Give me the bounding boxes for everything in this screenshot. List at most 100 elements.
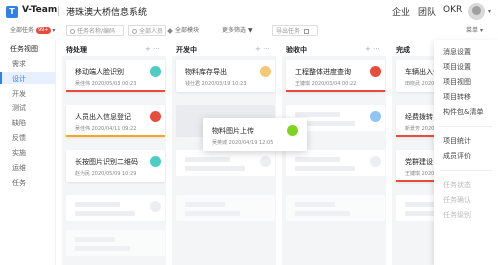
- task-card[interactable]: 移动端人脸识别 吴佳伟 2020/05/03 00:23: [66, 60, 165, 92]
- menu-item-task-level[interactable]: 任务级别: [443, 210, 471, 220]
- priority-bar: [66, 90, 165, 92]
- user-avatar[interactable]: [468, 3, 485, 20]
- placeholder-bar: [295, 202, 335, 207]
- export-tasks-button[interactable]: 导出任务: [272, 25, 318, 36]
- filter-icon: ▼: [247, 27, 253, 34]
- project-title: 港珠澳大桥信息系统: [66, 8, 148, 18]
- placeholder-avatar: [370, 156, 381, 167]
- menu-divider: [440, 170, 492, 171]
- column-ctrls-acceptance[interactable]: + ···: [365, 45, 380, 53]
- task-title: 党群建设: [405, 158, 433, 166]
- chevron-down-icon: ▾: [52, 27, 56, 34]
- placeholder-card: [66, 230, 165, 256]
- assignee-avatar: [150, 111, 161, 122]
- column-ctrls-developing[interactable]: + ···: [255, 45, 270, 53]
- task-card[interactable]: 工程整体进度查询 王婕琪 2020/03/04 00:22: [286, 60, 385, 92]
- task-meta: 钱仕君 2020/03/19 10:23: [185, 81, 247, 87]
- placeholder-card: [286, 150, 385, 176]
- nav-enterprise[interactable]: 企业: [392, 5, 410, 18]
- assignee-avatar: [370, 66, 381, 77]
- task-search-input[interactable]: 任务名称/编码: [66, 25, 124, 36]
- placeholder-avatar: [260, 156, 271, 167]
- menu-item-project-stats[interactable]: 项目统计: [443, 136, 471, 146]
- column-title-done: 完成: [396, 46, 410, 54]
- sidebar-item-design[interactable]: 设计: [12, 74, 26, 84]
- filter-toolbar: 全部任务 99+ ▾ 任务名称/编码 全部人员 全部模块 更多筛选 ▼ 导出任务…: [0, 24, 498, 38]
- sidebar-item-task[interactable]: 任务: [12, 178, 26, 188]
- task-meta: 新景芳 2020/: [405, 126, 436, 132]
- sidebar-title: 任务视图: [10, 45, 38, 53]
- placeholder-bar: [75, 237, 115, 242]
- nav-team[interactable]: 团队: [418, 5, 436, 18]
- assignee-avatar: [150, 66, 161, 77]
- chevron-down-icon[interactable]: ▾: [488, 8, 491, 15]
- task-meta: 吴英城 2020/04/19 12:05: [212, 140, 274, 146]
- menu-item-project-settings[interactable]: 项目设置: [443, 62, 471, 72]
- menu-item-message-settings[interactable]: 消息设置: [443, 47, 471, 57]
- placeholder-bar: [405, 202, 435, 207]
- placeholder-bar: [295, 211, 350, 216]
- task-meta: 赵为民 2020/05/09 10:29: [75, 171, 137, 177]
- sidebar-item-defect[interactable]: 缺陷: [12, 118, 26, 128]
- search-icon: [70, 29, 75, 34]
- sidebar-item-requirement[interactable]: 需求: [12, 59, 26, 69]
- priority-bar: [286, 90, 385, 92]
- placeholder-card: [66, 195, 165, 221]
- task-meta: 吴佳伟 2020/05/03 00:23: [75, 81, 137, 87]
- sidebar-item-feedback[interactable]: 反馈: [12, 133, 26, 143]
- all-tasks-label: 全部任务: [10, 27, 35, 34]
- sidebar-active-highlight: [0, 72, 56, 84]
- sidebar-item-test[interactable]: 测试: [12, 103, 26, 113]
- export-icon: [303, 29, 309, 34]
- task-title: 物料图片上传: [212, 127, 254, 135]
- project-menu-dropdown: 消息设置 项目设置 项目视图 项目转移 构件包&清单 项目统计 成员评价 任务状…: [434, 40, 498, 265]
- column-ctrls-pending[interactable]: + ···: [145, 45, 160, 53]
- menu-item-task-confirm[interactable]: 任务确认: [443, 195, 471, 205]
- column-title-pending: 待处理: [66, 46, 87, 54]
- menu-item-project-view[interactable]: 项目视图: [443, 77, 471, 87]
- task-meta: 吴佳伟 2020/04/11 09:22: [75, 126, 137, 132]
- placeholder-bar: [295, 112, 340, 117]
- placeholder-bar: [295, 166, 355, 171]
- menu-toggle[interactable]: 菜单 ▾: [466, 25, 483, 36]
- placeholder-card: [176, 195, 275, 221]
- task-card[interactable]: 长按图片识别二维码 赵为民 2020/05/09 10:29: [66, 150, 165, 182]
- placeholder-bar: [295, 157, 340, 162]
- menu-item-member-review[interactable]: 成员评价: [443, 151, 471, 161]
- menu-item-component-list[interactable]: 构件包&清单: [443, 107, 483, 117]
- priority-bar: [66, 135, 165, 137]
- column-title-acceptance: 验收中: [286, 46, 307, 54]
- assignee-avatar: [150, 156, 161, 167]
- placeholder-bar: [185, 202, 225, 207]
- more-filters-button[interactable]: 更多筛选 ▼: [222, 25, 253, 36]
- placeholder-avatar: [370, 111, 381, 122]
- task-count-badge: 99+: [35, 27, 51, 34]
- placeholder-bar: [185, 166, 245, 171]
- app-header: T V-Team 港珠澳大桥信息系统 企业 团队 OKR ▾: [0, 0, 498, 22]
- sidebar-item-implement[interactable]: 实施: [12, 148, 26, 158]
- placeholder-bar: [75, 211, 135, 216]
- tag-icon: [167, 27, 173, 34]
- nav-okr[interactable]: OKR: [443, 5, 462, 15]
- sidebar-item-develop[interactable]: 开发: [12, 89, 26, 99]
- module-filter[interactable]: 全部模块: [167, 25, 199, 36]
- task-meta: 王婕琪 2020/03/04 00:22: [295, 81, 357, 87]
- member-filter[interactable]: 全部人员: [128, 25, 166, 36]
- task-card[interactable]: 人员出入信息登记 吴佳伟 2020/04/11 09:22: [66, 105, 165, 137]
- task-title: 物料库存导出: [185, 68, 227, 76]
- all-tasks-filter[interactable]: 全部任务 99+ ▾: [10, 25, 55, 36]
- search-icon: [132, 29, 137, 34]
- task-meta: 田晓武 2020/: [405, 81, 436, 87]
- task-title: 经费拨转: [405, 113, 433, 121]
- placeholder-bar: [185, 157, 230, 162]
- assignee-avatar: [287, 125, 298, 136]
- task-card[interactable]: 物料库存导出 钱仕君 2020/03/19 10:23: [176, 60, 275, 92]
- dragging-task-card[interactable]: 物料图片上传 吴英城 2020/04/19 12:05: [203, 118, 307, 151]
- task-title: 移动端人脸识别: [75, 68, 124, 76]
- app-logo-icon[interactable]: T: [6, 6, 18, 18]
- menu-item-project-transfer[interactable]: 项目转移: [443, 92, 471, 102]
- menu-item-task-status[interactable]: 任务状态: [443, 180, 471, 190]
- menu-divider: [440, 126, 492, 127]
- app-name[interactable]: V-Team: [22, 5, 57, 15]
- sidebar-item-ops[interactable]: 运维: [12, 163, 26, 173]
